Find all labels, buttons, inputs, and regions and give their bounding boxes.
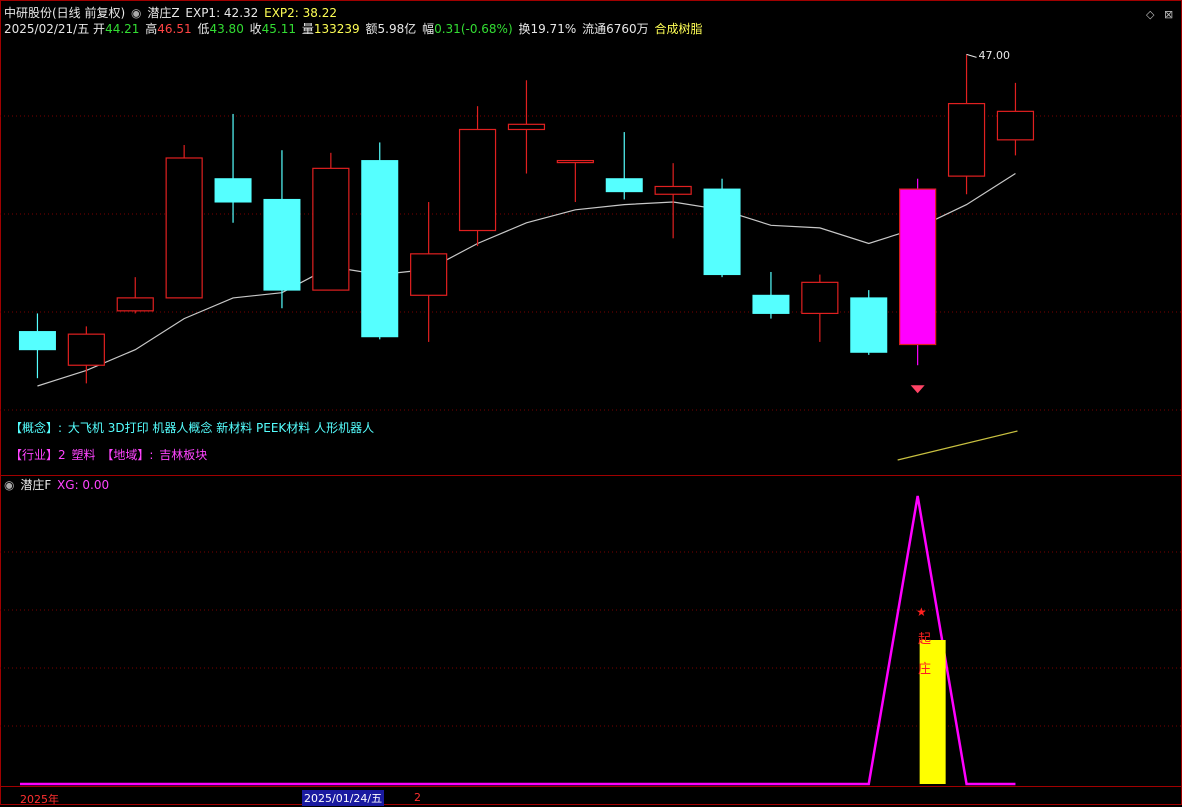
candle-body-up	[996, 110, 1035, 141]
candle-body-up	[165, 157, 203, 299]
candle-body-up	[654, 185, 692, 195]
candle-body-up	[116, 297, 154, 312]
candle-body-down	[703, 188, 741, 276]
header-quote-row: 2025/02/21/五 开44.21 高46.51 低43.80 收45.11…	[4, 22, 704, 36]
low-value: 43.80	[209, 22, 244, 36]
candle-body-signal	[899, 188, 937, 346]
candle	[605, 132, 643, 200]
candle	[801, 274, 839, 342]
amount-value: 额5.98亿	[365, 22, 417, 36]
candle-body-up	[458, 128, 497, 232]
change-value: 0.31(-0.68%)	[434, 22, 513, 36]
candle-body-down	[605, 178, 643, 193]
candle	[165, 145, 203, 299]
cursor-date-label: 2025/01/24/五	[302, 790, 385, 806]
diamond-signal-icon	[910, 385, 925, 394]
x-axis-month-label: 2	[414, 791, 421, 804]
sector-value[interactable]: 合成树脂	[654, 22, 702, 36]
candle-body-up	[556, 159, 594, 164]
close-value: 45.11	[261, 22, 297, 36]
candle	[556, 159, 594, 203]
candle	[850, 290, 888, 355]
quote-date: 2025/02/21/五	[4, 22, 90, 36]
low-label: 低	[197, 22, 210, 36]
candle-body-down	[850, 297, 888, 353]
candle-body-down	[214, 178, 252, 203]
volume-label: 量	[301, 22, 314, 36]
exp1-value: EXP1: 42.32	[185, 6, 259, 20]
secondary-signal-line	[897, 430, 1018, 461]
concept-text[interactable]: 大飞机 3D打印 机器人概念 新材料 PEEK材料 人形机器人	[68, 421, 374, 435]
exp2-value: EXP2: 38.22	[264, 6, 337, 20]
industry-text[interactable]: 塑料	[71, 448, 95, 462]
candle-body-down	[361, 160, 399, 338]
candle-body-up	[410, 253, 448, 296]
star-marker-icon: ★	[916, 605, 927, 619]
sub-panel-header: ◉ 潜庄F XG: 0.00	[4, 478, 111, 492]
zhuang-annotation-char: 庄	[918, 662, 932, 677]
high-value: 46.51	[157, 22, 192, 36]
industry-line: 【行业】2 塑料 【地域】: 吉林板块	[10, 448, 209, 462]
candlestick-layer	[18, 53, 1035, 394]
volume-value: 133239	[313, 22, 360, 36]
turnover-value: 换19.71%	[518, 22, 577, 36]
candle-body-down	[263, 198, 301, 291]
candle	[312, 152, 350, 291]
kline-chart-canvas[interactable]: ★	[0, 0, 1182, 805]
candle-body-down	[18, 331, 56, 351]
candle	[263, 150, 301, 309]
concept-tag: 【概念】:	[10, 421, 63, 435]
open-value: 44.21	[105, 22, 140, 36]
candle	[458, 106, 497, 247]
sub-signal-line	[20, 495, 1016, 786]
change-label: 幅	[422, 22, 435, 36]
open-label: 开	[93, 22, 106, 36]
high-label: 高	[145, 22, 158, 36]
candle-body-up	[507, 123, 546, 131]
industry-tag: 【行业】2	[10, 448, 66, 462]
restore-icon[interactable]: ◇	[1146, 8, 1154, 21]
max-price-pointer	[966, 53, 977, 58]
candle	[654, 163, 692, 239]
candle	[410, 202, 448, 342]
close-icon[interactable]: ⊠	[1164, 8, 1173, 21]
candle	[703, 178, 741, 278]
candle	[752, 271, 790, 319]
sub-indicator-name[interactable]: 潜庄F	[20, 478, 51, 492]
stock-name[interactable]: 中研股份(日线 前复权)	[4, 6, 125, 20]
region-tag: 【地域】:	[101, 448, 154, 462]
candle-body-up	[947, 102, 986, 177]
candle	[18, 313, 56, 379]
candle-body-up	[67, 333, 105, 366]
candle	[507, 80, 546, 174]
candle-body-up	[801, 281, 839, 315]
candle-body-down	[752, 294, 790, 314]
sub-indicator-layer: ★	[20, 495, 1016, 786]
candle	[214, 113, 252, 223]
sub-indicator-toggle-icon[interactable]: ◉	[4, 478, 14, 492]
candle	[116, 277, 154, 314]
float-shares-value: 流通6760万	[582, 22, 649, 36]
xg-value: XG: 0.00	[57, 478, 110, 492]
max-price-label: 47.00	[978, 49, 1011, 63]
start-annotation-char: 起	[918, 632, 932, 647]
concept-line: 【概念】: 大飞机 3D打印 机器人概念 新材料 PEEK材料 人形机器人	[10, 421, 376, 435]
header-title-row: 中研股份(日线 前复权) ◉ 潜庄Z EXP1: 42.32 EXP2: 38.…	[4, 6, 339, 20]
candle	[361, 142, 399, 340]
candle	[996, 82, 1035, 156]
candle	[899, 178, 937, 394]
indicator-toggle-icon[interactable]: ◉	[131, 6, 141, 20]
candle-body-up	[312, 167, 350, 291]
region-text[interactable]: 吉林板块	[159, 448, 207, 462]
main-indicator-name[interactable]: 潜庄Z	[147, 6, 179, 20]
candle	[947, 54, 986, 195]
close-label: 收	[249, 22, 262, 36]
